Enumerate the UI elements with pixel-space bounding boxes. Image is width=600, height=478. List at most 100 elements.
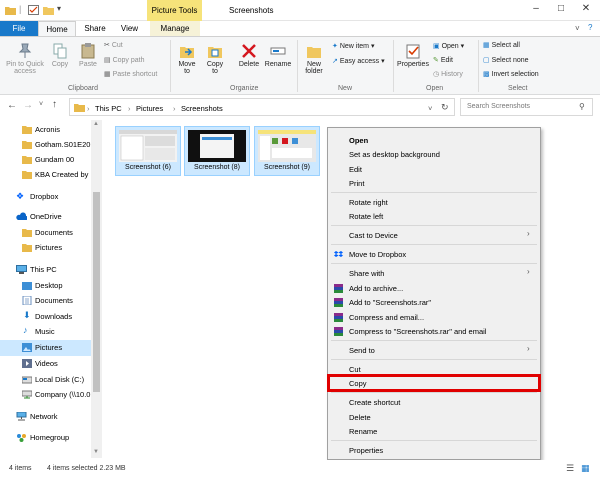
move-to-button[interactable]: Move to (175, 43, 199, 75)
address-bar[interactable]: › This PC › Pictures › Screenshots ˅ ↻ (69, 98, 455, 116)
customize-dropdown-icon[interactable]: ▾ (57, 4, 61, 13)
paste-button[interactable]: Paste (75, 43, 101, 68)
menu-item-edit[interactable]: Edit (349, 165, 362, 174)
help-icon[interactable]: ? (588, 23, 592, 32)
back-arrow-icon[interactable]: ← (7, 100, 17, 111)
forward-arrow-icon[interactable]: → (23, 100, 33, 111)
nav-item-documents[interactable]: Documents (0, 293, 91, 309)
menu-item-open[interactable]: Open (349, 136, 368, 145)
properties-button[interactable]: Properties (395, 43, 431, 68)
edit-button[interactable]: ✎ Edit (433, 56, 453, 64)
nav-item-kba[interactable]: KBA Created by (0, 167, 91, 183)
ribbon-divider (393, 40, 394, 92)
nav-item-company-share[interactable]: Company (\\10.0 (0, 387, 91, 403)
menu-item-rename[interactable]: Rename (349, 427, 377, 436)
copy-button[interactable]: Copy (48, 43, 72, 68)
maximize-button[interactable]: □ (553, 2, 569, 16)
nav-item-downloads[interactable]: ⬇ Downloads (0, 309, 91, 325)
menu-item-rotate-right[interactable]: Rotate right (349, 198, 388, 207)
tab-share[interactable]: Share (78, 21, 112, 36)
up-arrow-icon[interactable]: ↑ (52, 99, 57, 110)
menu-item-set-desktop-background[interactable]: Set as desktop background (349, 150, 440, 159)
menu-item-add-to-archive[interactable]: Add to archive... (349, 284, 403, 293)
menu-item-rotate-left[interactable]: Rotate left (349, 212, 383, 221)
nav-scrollbar[interactable]: ▲ ▼ (91, 120, 102, 458)
nav-item-this-pc[interactable]: This PC (0, 262, 91, 278)
large-icons-view-icon[interactable]: ▦ (581, 463, 590, 474)
file-item[interactable]: Screenshot (8) (184, 126, 250, 176)
nav-item-gundam[interactable]: Gundam 00 (0, 152, 91, 168)
refresh-icon[interactable]: ↻ (441, 102, 449, 113)
nav-item-gotham[interactable]: Gotham.S01E20. (0, 137, 91, 153)
copy-path-button[interactable]: ▤ Copy path (104, 56, 145, 64)
menu-item-print[interactable]: Print (349, 179, 364, 188)
nav-item-pictures[interactable]: Pictures (0, 340, 91, 356)
collapse-ribbon-icon[interactable]: ˅ (575, 24, 580, 33)
pin-quick-access-button[interactable]: Pin to Quick access (3, 43, 47, 75)
menu-item-move-to-dropbox[interactable]: Move to Dropbox (349, 250, 406, 259)
open-button[interactable]: ▣ Open ▾ (433, 42, 464, 50)
new-folder-button[interactable]: New folder (300, 43, 328, 75)
recent-locations-chevron-icon[interactable]: ˅ (39, 101, 43, 108)
breadcrumb-pictures[interactable]: Pictures (136, 104, 163, 113)
breadcrumb-screenshots[interactable]: Screenshots (181, 104, 223, 113)
menu-item-compress-rar-and-email[interactable]: Compress to "Screenshots.rar" and email (349, 327, 486, 336)
close-button[interactable]: ✕ (578, 2, 594, 16)
menu-separator (331, 440, 537, 441)
delete-button[interactable]: Delete (236, 43, 262, 68)
scroll-up-arrow-icon[interactable]: ▲ (93, 121, 99, 127)
nav-item-network[interactable]: Network (0, 409, 91, 425)
nav-item-onedrive-pictures[interactable]: Pictures (0, 240, 91, 256)
ribbon-divider (478, 40, 479, 92)
copy-to-button[interactable]: Copy to (203, 43, 227, 75)
rename-button[interactable]: Rename (264, 43, 292, 68)
menu-item-delete[interactable]: Delete (349, 413, 371, 422)
cut-button[interactable]: ✂ Cut (104, 41, 123, 49)
delete-x-icon (242, 44, 256, 58)
menu-item-send-to[interactable]: Send to (349, 346, 375, 355)
details-view-icon[interactable]: ☰ (566, 463, 574, 474)
tab-manage[interactable]: Manage (150, 21, 200, 36)
item-count: 4 items (9, 465, 32, 472)
history-button[interactable]: ◷ History (433, 70, 463, 78)
tab-home[interactable]: Home (38, 21, 76, 37)
nav-item-music[interactable]: ♪ Music (0, 324, 91, 340)
new-folder-quick-icon[interactable] (43, 5, 54, 15)
file-item[interactable]: Screenshot (6) (115, 126, 181, 176)
search-input[interactable]: Search Screenshots ⚲ (460, 98, 593, 116)
nav-item-local-disk[interactable]: Local Disk (C:) (0, 372, 91, 388)
scroll-down-arrow-icon[interactable]: ▼ (93, 449, 99, 455)
file-item[interactable]: Screenshot (9) (254, 126, 320, 176)
nav-item-desktop[interactable]: Desktop (0, 278, 91, 294)
menu-item-cast-to-device[interactable]: Cast to Device (349, 231, 398, 240)
folder-icon (74, 104, 85, 112)
easy-access-button[interactable]: ↗ Easy access ▾ (332, 57, 385, 65)
menu-item-share-with[interactable]: Share with (349, 269, 384, 278)
properties-icon (406, 44, 420, 59)
menu-item-cut[interactable]: Cut (349, 365, 361, 374)
paste-shortcut-button[interactable]: ▦ Paste shortcut (104, 70, 157, 78)
nav-item-dropbox[interactable]: ❖ Dropbox (0, 189, 91, 205)
breadcrumb-this-pc[interactable]: This PC (95, 104, 122, 113)
new-item-button[interactable]: ✦ New item ▾ (332, 42, 374, 50)
select-none-button[interactable]: ▢ Select none (483, 56, 529, 64)
menu-item-create-shortcut[interactable]: Create shortcut (349, 398, 400, 407)
invert-selection-button[interactable]: ▩ Invert selection (483, 70, 539, 78)
tab-view[interactable]: View (113, 21, 146, 36)
nav-item-videos[interactable]: Videos (0, 356, 91, 372)
menu-item-compress-and-email[interactable]: Compress and email... (349, 313, 424, 322)
nav-scroll-thumb[interactable] (93, 192, 100, 392)
copy-path-label: Copy path (112, 57, 145, 64)
menu-item-add-to-rar[interactable]: Add to "Screenshots.rar" (349, 298, 431, 307)
scissors-icon: ✂ (104, 42, 110, 49)
properties-check-icon[interactable] (28, 5, 39, 15)
tab-file[interactable]: File (0, 21, 38, 36)
select-all-button[interactable]: ▦ Select all (483, 41, 520, 49)
nav-item-homegroup[interactable]: Homegroup (0, 430, 91, 446)
menu-item-properties[interactable]: Properties (349, 446, 383, 455)
minimize-button[interactable]: – (528, 2, 544, 16)
nav-item-onedrive[interactable]: OneDrive (0, 209, 91, 225)
nav-item-onedrive-documents[interactable]: Documents (0, 225, 91, 241)
nav-item-acronis[interactable]: Acronis (0, 122, 91, 138)
address-dropdown-icon[interactable]: ˅ (428, 104, 432, 113)
